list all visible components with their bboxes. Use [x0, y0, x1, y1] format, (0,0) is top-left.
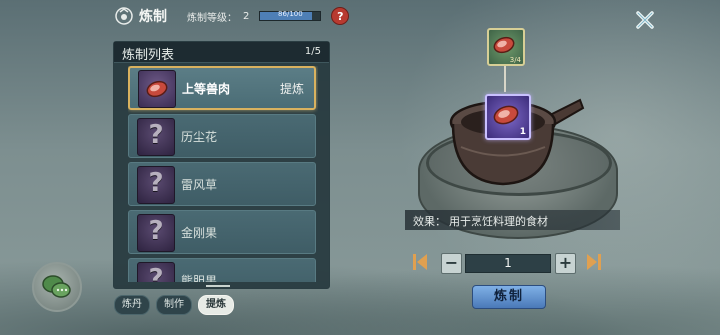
page-title: 炼制	[139, 9, 167, 25]
help-button[interactable]: ?	[331, 7, 350, 25]
list-item[interactable]: ? 历尘花	[128, 114, 316, 158]
effect-description: 效果： 用于烹饪料理的食材	[405, 210, 620, 230]
craft-list-page: 1/5	[304, 46, 321, 57]
material-count: 3/4	[509, 56, 521, 64]
tab-crafting[interactable]: 制作	[156, 295, 192, 315]
quantity-field[interactable]: 1	[465, 254, 551, 273]
experience-text: 86/100	[278, 10, 303, 18]
unknown-icon: ?	[137, 166, 175, 204]
effect-label: 效果：	[413, 215, 446, 228]
chat-button[interactable]	[32, 262, 82, 312]
list-item[interactable]: ? 金刚果	[128, 210, 316, 254]
list-item-selected[interactable]: 上等兽肉 提炼	[128, 66, 316, 110]
background-hills	[0, 245, 720, 335]
list-item-name: 雷风草	[181, 178, 218, 192]
level-label: 炼制等级：	[187, 12, 237, 24]
tab-refine[interactable]: 提炼	[198, 295, 234, 315]
list-item-tag: 提炼	[279, 82, 304, 96]
chat-bubble-icon	[42, 275, 71, 298]
list-item-name: 熊胆果	[181, 274, 218, 282]
skip-to-min-icon[interactable]	[412, 252, 428, 272]
skip-to-max-icon[interactable]	[586, 252, 602, 272]
unknown-icon: ?	[137, 262, 175, 282]
list-item-name: 金刚果	[181, 226, 218, 240]
list-scroll-indicator	[206, 285, 230, 287]
effect-text: 用于烹饪料理的食材	[449, 215, 548, 228]
list-item[interactable]: ? 雷风草	[128, 162, 316, 206]
craft-list-title: 炼制列表	[122, 48, 175, 63]
result-count: 1	[519, 127, 526, 137]
decrease-button[interactable]: −	[441, 253, 462, 274]
increase-button[interactable]: +	[555, 253, 576, 274]
header-bar: 炼制 炼制等级： 2 86/100 ?	[115, 5, 350, 27]
furnace-emblem-icon	[115, 7, 133, 25]
level-value: 2	[243, 10, 250, 22]
experience-bar: 86/100	[259, 10, 322, 21]
close-icon[interactable]	[634, 9, 656, 31]
result-slot[interactable]: 1	[485, 94, 531, 140]
list-item-name: 历尘花	[181, 130, 218, 144]
meat-icon	[138, 70, 176, 108]
list-item[interactable]: ? 熊胆果	[128, 258, 316, 282]
craft-list[interactable]: 上等兽肉 提炼 ? 历尘花 ? 雷风草 ? 金刚果 ? 熊胆果	[128, 66, 318, 282]
material-slot[interactable]: 3/4	[487, 28, 525, 66]
unknown-icon: ?	[137, 118, 175, 156]
craft-button[interactable]: 炼制	[472, 285, 546, 309]
unknown-icon: ?	[137, 214, 175, 252]
tab-alchemy[interactable]: 炼丹	[114, 295, 150, 315]
craft-list-header: 炼制列表 1/5	[114, 42, 329, 63]
craft-list-panel: 炼制列表 1/5 上等兽肉 提炼 ? 历尘花 ? 雷风草 ? 金刚果 ? 熊胆果	[113, 41, 330, 289]
slot-connector-line	[504, 64, 506, 92]
list-item-name: 上等兽肉	[182, 82, 231, 96]
category-tabs: 炼丹 制作 提炼	[114, 295, 234, 315]
